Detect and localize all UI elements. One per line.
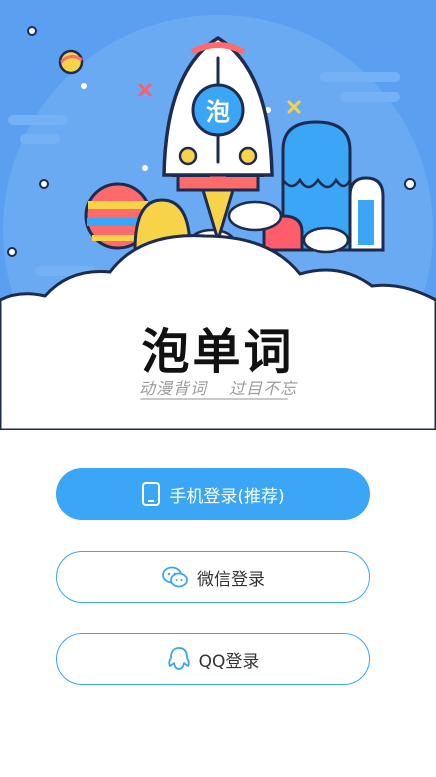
phone-icon xyxy=(141,482,161,506)
wechat-icon xyxy=(161,565,189,589)
qq-login-button[interactable]: QQ登录 xyxy=(56,633,370,685)
phone-login-label: 手机登录(推荐) xyxy=(169,486,285,507)
app-slogan: 动漫背词 过目不忘 xyxy=(0,375,436,399)
app-logo-text: 泡单词 xyxy=(141,324,295,380)
slogan-right: 过目不忘 xyxy=(229,379,298,398)
rocket-badge: 泡 xyxy=(206,98,230,126)
slogan-underline xyxy=(140,398,288,400)
wechat-login-label: 微信登录 xyxy=(197,569,265,590)
slogan-left: 动漫背词 xyxy=(138,379,207,398)
qq-login-label: QQ登录 xyxy=(198,651,260,672)
qq-icon xyxy=(167,646,191,672)
wechat-login-button[interactable]: 微信登录 xyxy=(56,551,370,603)
phone-login-button[interactable]: 手机登录(推荐) xyxy=(56,468,370,520)
